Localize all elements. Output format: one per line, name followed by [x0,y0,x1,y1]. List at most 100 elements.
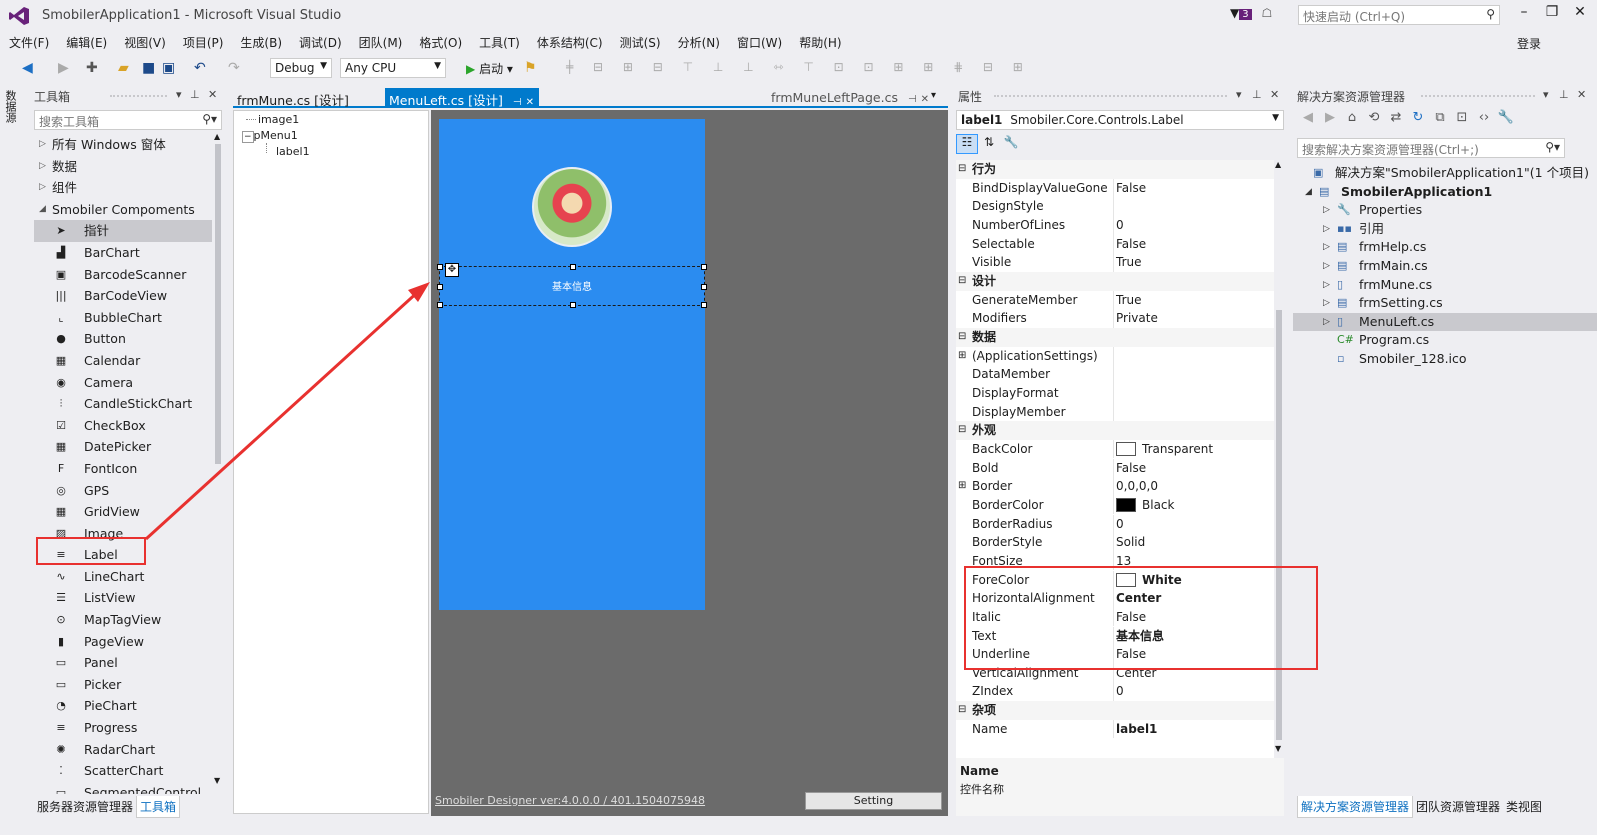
property-row[interactable]: ⊞ (ApplicationSettings) [956,346,1274,366]
resize-handle[interactable] [701,284,707,290]
property-value[interactable]: Transparent [1116,440,1213,459]
toolbox-item[interactable]: ◔ PieChart [34,695,212,717]
toolbox-item[interactable]: ≡ Progress [34,717,212,739]
toolbox-category[interactable]: ◢ Smobiler Compoments [34,199,212,221]
home-icon[interactable]: ⌂ [1341,110,1363,125]
setting-button[interactable]: Setting [805,792,942,810]
designer-version-link[interactable]: Smobiler Designer ver:4.0.0.0 / 401.1504… [435,794,705,807]
history-icon[interactable]: ⟲ [1363,110,1385,125]
close-icon[interactable]: ✕ [921,94,929,105]
show-all-icon[interactable]: ⊡ [1451,110,1473,125]
expand-icon[interactable]: ⊞ [958,477,966,496]
login-link[interactable]: 登录 [1517,35,1541,52]
toolbox-item[interactable]: ⫶ CandleStickChart [34,393,212,415]
toolbox-item[interactable]: ▣ BarcodeScanner [34,264,212,286]
scroll-thumb[interactable] [215,144,221,464]
property-category[interactable]: ⊟ 设计 [956,271,1274,291]
collapsed-arrow-icon[interactable]: ▷ [1323,201,1330,220]
menu-analyze[interactable]: 分析(N) [669,32,728,53]
tab-frmmuneleftpage[interactable]: frmMuneLeftPage.cs ⊣ ✕ [767,88,933,108]
dropdown-icon[interactable]: ▾ [176,88,182,101]
property-value[interactable]: False [1116,459,1146,478]
collapse-icon[interactable]: ⊟ [958,272,966,291]
phone-form-preview[interactable]: 基本信息 ✥ [437,119,707,610]
property-row[interactable]: BorderColor Black [956,495,1274,515]
platform-select[interactable]: Any CPU ▼ [340,58,446,78]
forward-icon[interactable]: ▶ [1319,110,1341,125]
tab-server-explorer[interactable]: 服务器资源管理器 [34,796,136,817]
expanded-arrow-icon[interactable]: ◢ [39,199,46,221]
property-row[interactable]: DesignStyle [956,197,1274,216]
property-row[interactable]: BackColor Transparent [956,439,1274,459]
toolbox-item[interactable]: ⊙ MapTagView [34,609,212,631]
new-project-icon[interactable]: ✚ [86,60,98,76]
close-icon[interactable]: ✕ [1577,88,1586,101]
resize-handle[interactable] [570,264,576,270]
tree-node-pmenu1[interactable]: − pMenu1 [242,129,298,143]
property-value[interactable]: Black [1116,496,1174,515]
move-icon[interactable]: ✥ [445,263,459,277]
toolbox-item[interactable]: ▭ Panel [34,652,212,674]
property-value[interactable]: Solid [1116,533,1145,552]
close-icon[interactable]: ✕ [208,88,217,101]
property-row[interactable]: DisplayFormat [956,383,1274,403]
solution-config-select[interactable]: Debug ▼ [270,58,332,78]
toolbox-search-input[interactable]: 搜索工具箱 ⚲▾ [34,110,222,130]
resize-handle[interactable] [701,264,707,270]
property-category[interactable]: ⊟ 行为 [956,160,1274,179]
toolbox-item[interactable]: F FontIcon [34,458,212,480]
collapse-icon[interactable]: ⊟ [958,328,966,347]
sync-icon[interactable]: ⇄ [1385,110,1407,125]
property-value[interactable]: True [1116,253,1142,272]
find-icon[interactable]: ⚑ [524,60,537,76]
avatar-image[interactable] [532,167,612,247]
notifications-button[interactable]: ▼ 3 ☖ [1230,6,1272,20]
toolbox-category[interactable]: ▷ 组件 [34,177,212,199]
toolbox-item[interactable]: ▮ PageView [34,631,212,653]
pin-icon[interactable]: ⊣ [908,94,917,105]
property-row[interactable]: DataMember [956,365,1274,384]
toolbox-category[interactable]: ▷ 数据 [34,156,212,178]
toolbox-item[interactable]: ☑ CheckBox [34,415,212,437]
collapse-icon[interactable]: ⊟ [958,160,966,179]
menu-view[interactable]: 视图(V) [115,32,174,53]
toolbox-item[interactable]: ||| BarCodeView [34,285,212,307]
dropdown-icon[interactable]: ▾ [1543,88,1549,101]
property-value[interactable]: True [1116,291,1142,310]
property-value[interactable]: 0 [1116,216,1124,235]
data-sources-tab[interactable]: 数据源 [4,90,18,123]
close-icon[interactable]: ✕ [1270,88,1279,101]
toolbox-scrollbar[interactable]: ▲ ▼ [213,132,223,791]
collapsed-arrow-icon[interactable]: ▷ [1323,257,1330,276]
pin-icon[interactable]: ⊥ [190,88,200,101]
tab-frmmune-design[interactable]: frmMune.cs [设计] [233,88,353,108]
feedback-icon[interactable]: ☖ [1261,6,1272,20]
toolbox-item[interactable]: ➤ 指针 [34,220,212,242]
toolbox-category[interactable]: ▷ 所有 Windows 窗体 [34,134,212,156]
solution-item[interactable]: ▫ Smobiler_128.ico [1293,350,1597,369]
resize-handle[interactable] [437,302,443,308]
menu-debug[interactable]: 调试(D) [290,32,350,53]
undo-icon[interactable]: ↶ [194,60,206,76]
close-button[interactable]: ✕ [1566,4,1594,20]
menu-help[interactable]: 帮助(H) [790,32,849,53]
solution-item[interactable]: ▷ ▯ MenuLeft.cs [1293,312,1597,332]
quick-launch-input[interactable]: 快速启动 (Ctrl+Q) ⚲ [1298,5,1500,25]
scroll-up-icon[interactable]: ▲ [1275,160,1281,169]
collapsed-arrow-icon[interactable]: ▷ [39,134,46,156]
property-value[interactable]: 0 [1116,682,1124,701]
property-row[interactable]: ZIndex 0 [956,682,1274,702]
solution-item[interactable]: ▷ ▪▪ 引用 [1293,220,1597,239]
property-row[interactable]: Bold False [956,458,1274,478]
alphabetical-icon[interactable]: ⇅ [978,135,1000,155]
collapse-icon[interactable]: ⊟ [958,701,966,720]
menu-edit[interactable]: 编辑(E) [57,32,115,53]
property-pages-icon[interactable]: 🔧 [1000,135,1022,155]
solution-item[interactable]: ◢ ▤ SmobilerApplication1 [1293,183,1597,202]
resize-handle[interactable] [437,284,443,290]
view-code-icon[interactable]: ‹› [1473,110,1495,125]
collapsed-arrow-icon[interactable]: ▷ [1323,220,1330,239]
redo-icon[interactable]: ↷ [228,60,240,76]
toolbox-item[interactable]: ∿ LineChart [34,566,212,588]
property-row[interactable]: Name label1 [956,719,1274,739]
